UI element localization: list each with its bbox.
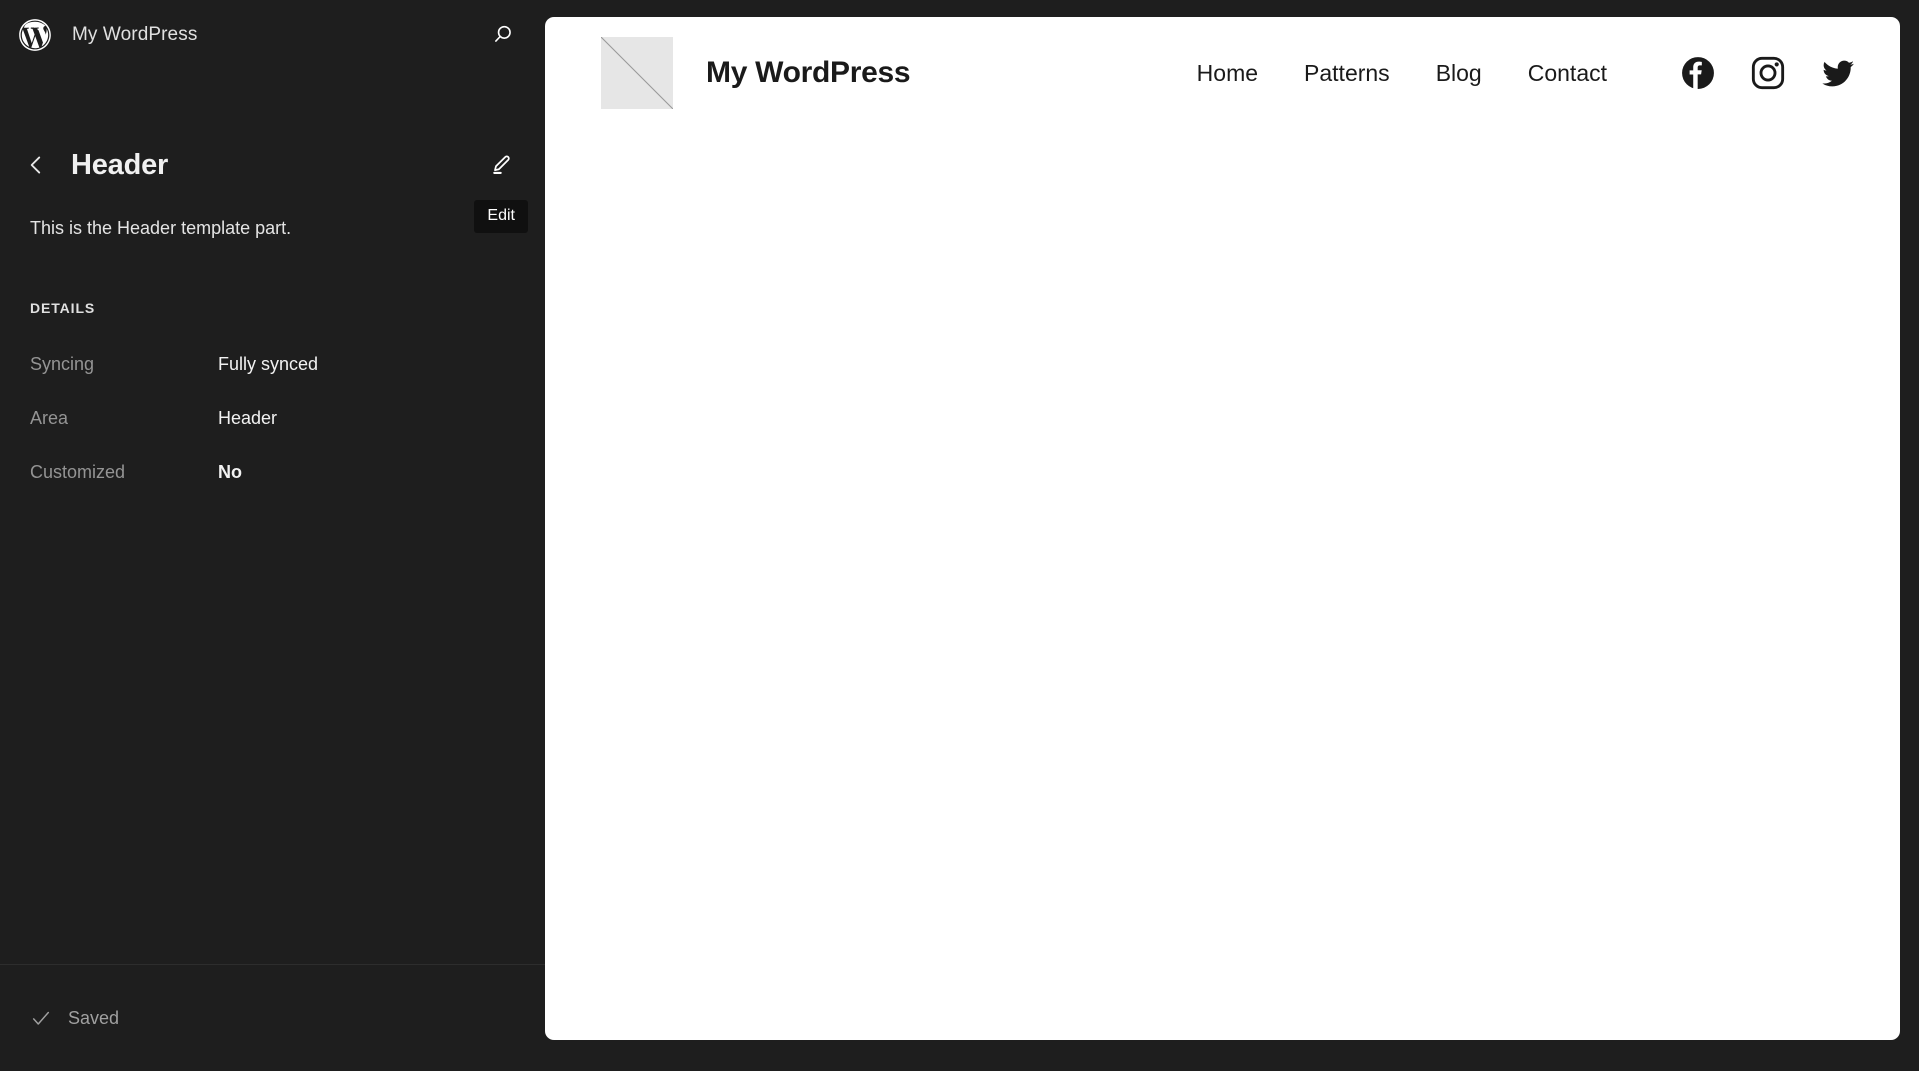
canvas-container: My WordPress Home Patterns Blog Contact [545,0,1919,1071]
site-title: My WordPress [706,56,911,89]
detail-value: Header [218,407,278,428]
save-status: Saved [68,1007,120,1028]
detail-row-customized: Customized No [0,445,545,499]
page-title: Header [71,148,169,181]
instagram-icon[interactable] [1751,56,1785,90]
nav-item-home[interactable]: Home [1174,60,1281,87]
edit-tooltip: Edit [474,200,528,233]
detail-label: Syncing [30,353,95,374]
sidebar-site-name: My WordPress [72,24,198,45]
detail-label: Area [30,407,69,428]
primary-navigation: Home Patterns Blog Contact [1174,60,1630,87]
back-button[interactable] [14,143,58,187]
broken-image-placeholder-icon[interactable] [601,37,673,109]
facebook-icon[interactable] [1681,56,1715,90]
twitter-icon[interactable] [1821,56,1855,90]
sidebar-topbar: My WordPress [0,0,545,70]
site-editor-app: My WordPress Header Edit This is the Hea… [0,0,1919,1071]
detail-value: Fully synced [218,353,319,374]
detail-label: Customized [30,461,126,482]
checkmark-icon [30,1007,52,1029]
sidebar-footer: Saved [0,964,545,1071]
site-preview-canvas[interactable]: My WordPress Home Patterns Blog Contact [545,17,1900,1040]
search-icon[interactable] [483,15,523,55]
detail-row-syncing: Syncing Fully synced [0,337,545,391]
nav-item-blog[interactable]: Blog [1413,60,1505,87]
social-links [1681,56,1855,90]
editor-sidebar: My WordPress Header Edit This is the Hea… [0,0,545,1071]
pencil-icon[interactable] [477,143,521,187]
nav-item-patterns[interactable]: Patterns [1281,60,1413,87]
panel-header: Header Edit [0,138,545,233]
site-header-template: My WordPress Home Patterns Blog Contact [545,17,1900,129]
wordpress-logo-icon[interactable] [16,16,54,54]
details-list: Syncing Fully synced Area Header Customi… [0,337,545,499]
detail-value: No [218,461,242,482]
template-description: This is the Header template part. [30,218,292,238]
nav-item-contact[interactable]: Contact [1505,60,1630,87]
details-heading: DETAILS [30,300,96,316]
detail-row-area: Area Header [0,391,545,445]
